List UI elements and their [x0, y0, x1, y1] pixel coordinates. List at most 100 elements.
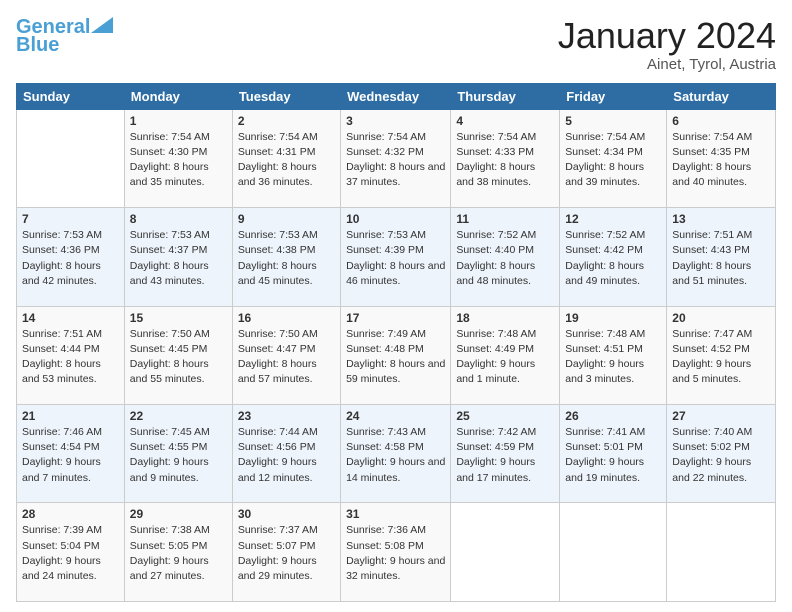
cell-w2-d0: 14 Sunrise: 7:51 AMSunset: 4:44 PMDaylig… [17, 306, 125, 404]
day-number: 14 [22, 311, 119, 325]
day-info: Sunrise: 7:49 AMSunset: 4:48 PMDaylight:… [346, 328, 445, 386]
cell-w1-d0: 7 Sunrise: 7:53 AMSunset: 4:36 PMDayligh… [17, 208, 125, 306]
day-info: Sunrise: 7:54 AMSunset: 4:34 PMDaylight:… [565, 131, 645, 189]
cell-w3-d5: 26 Sunrise: 7:41 AMSunset: 5:01 PMDaylig… [560, 405, 667, 503]
day-info: Sunrise: 7:53 AMSunset: 4:39 PMDaylight:… [346, 229, 445, 287]
day-info: Sunrise: 7:52 AMSunset: 4:40 PMDaylight:… [456, 229, 536, 287]
day-info: Sunrise: 7:53 AMSunset: 4:37 PMDaylight:… [130, 229, 210, 287]
day-info: Sunrise: 7:47 AMSunset: 4:52 PMDaylight:… [672, 328, 752, 386]
cell-w4-d2: 30 Sunrise: 7:37 AMSunset: 5:07 PMDaylig… [232, 503, 340, 602]
day-number: 6 [672, 114, 770, 128]
cell-w2-d5: 19 Sunrise: 7:48 AMSunset: 4:51 PMDaylig… [560, 306, 667, 404]
col-monday: Monday [124, 83, 232, 109]
logo-icon [91, 17, 113, 33]
day-number: 9 [238, 212, 335, 226]
day-number: 4 [456, 114, 554, 128]
day-info: Sunrise: 7:48 AMSunset: 4:51 PMDaylight:… [565, 328, 645, 386]
day-info: Sunrise: 7:36 AMSunset: 5:08 PMDaylight:… [346, 524, 445, 582]
day-number: 17 [346, 311, 445, 325]
day-number: 3 [346, 114, 445, 128]
logo-blue: Blue [16, 34, 59, 56]
cell-w3-d0: 21 Sunrise: 7:46 AMSunset: 4:54 PMDaylig… [17, 405, 125, 503]
cell-w0-d4: 4 Sunrise: 7:54 AMSunset: 4:33 PMDayligh… [451, 109, 560, 207]
day-number: 31 [346, 507, 445, 521]
cell-w3-d1: 22 Sunrise: 7:45 AMSunset: 4:55 PMDaylig… [124, 405, 232, 503]
day-info: Sunrise: 7:51 AMSunset: 4:44 PMDaylight:… [22, 328, 102, 386]
page: General Blue January 2024 Ainet, Tyrol, … [0, 0, 792, 612]
cell-w3-d2: 23 Sunrise: 7:44 AMSunset: 4:56 PMDaylig… [232, 405, 340, 503]
day-number: 22 [130, 409, 227, 423]
cell-w4-d6 [667, 503, 776, 602]
day-number: 18 [456, 311, 554, 325]
day-number: 30 [238, 507, 335, 521]
cell-w4-d3: 31 Sunrise: 7:36 AMSunset: 5:08 PMDaylig… [341, 503, 451, 602]
cell-w4-d1: 29 Sunrise: 7:38 AMSunset: 5:05 PMDaylig… [124, 503, 232, 602]
header-row: Sunday Monday Tuesday Wednesday Thursday… [17, 83, 776, 109]
day-number: 5 [565, 114, 661, 128]
day-number: 13 [672, 212, 770, 226]
day-number: 25 [456, 409, 554, 423]
cell-w1-d6: 13 Sunrise: 7:51 AMSunset: 4:43 PMDaylig… [667, 208, 776, 306]
cell-w0-d6: 6 Sunrise: 7:54 AMSunset: 4:35 PMDayligh… [667, 109, 776, 207]
title-block: January 2024 Ainet, Tyrol, Austria [558, 16, 776, 73]
logo: General Blue [16, 16, 113, 56]
day-info: Sunrise: 7:45 AMSunset: 4:55 PMDaylight:… [130, 426, 210, 484]
day-info: Sunrise: 7:53 AMSunset: 4:38 PMDaylight:… [238, 229, 318, 287]
cell-w1-d3: 10 Sunrise: 7:53 AMSunset: 4:39 PMDaylig… [341, 208, 451, 306]
cell-w0-d0 [17, 109, 125, 207]
day-number: 11 [456, 212, 554, 226]
day-info: Sunrise: 7:51 AMSunset: 4:43 PMDaylight:… [672, 229, 752, 287]
location: Ainet, Tyrol, Austria [558, 56, 776, 73]
cell-w4-d0: 28 Sunrise: 7:39 AMSunset: 5:04 PMDaylig… [17, 503, 125, 602]
day-number: 29 [130, 507, 227, 521]
cell-w1-d4: 11 Sunrise: 7:52 AMSunset: 4:40 PMDaylig… [451, 208, 560, 306]
cell-w2-d6: 20 Sunrise: 7:47 AMSunset: 4:52 PMDaylig… [667, 306, 776, 404]
day-number: 16 [238, 311, 335, 325]
cell-w3-d6: 27 Sunrise: 7:40 AMSunset: 5:02 PMDaylig… [667, 405, 776, 503]
cell-w0-d5: 5 Sunrise: 7:54 AMSunset: 4:34 PMDayligh… [560, 109, 667, 207]
day-info: Sunrise: 7:54 AMSunset: 4:35 PMDaylight:… [672, 131, 752, 189]
cell-w1-d5: 12 Sunrise: 7:52 AMSunset: 4:42 PMDaylig… [560, 208, 667, 306]
day-number: 21 [22, 409, 119, 423]
day-info: Sunrise: 7:40 AMSunset: 5:02 PMDaylight:… [672, 426, 752, 484]
cell-w3-d4: 25 Sunrise: 7:42 AMSunset: 4:59 PMDaylig… [451, 405, 560, 503]
cell-w0-d1: 1 Sunrise: 7:54 AMSunset: 4:30 PMDayligh… [124, 109, 232, 207]
day-number: 1 [130, 114, 227, 128]
day-info: Sunrise: 7:37 AMSunset: 5:07 PMDaylight:… [238, 524, 318, 582]
day-number: 23 [238, 409, 335, 423]
week-row-2: 14 Sunrise: 7:51 AMSunset: 4:44 PMDaylig… [17, 306, 776, 404]
header: General Blue January 2024 Ainet, Tyrol, … [16, 16, 776, 73]
day-number: 19 [565, 311, 661, 325]
day-info: Sunrise: 7:50 AMSunset: 4:47 PMDaylight:… [238, 328, 318, 386]
day-number: 12 [565, 212, 661, 226]
col-thursday: Thursday [451, 83, 560, 109]
day-info: Sunrise: 7:54 AMSunset: 4:30 PMDaylight:… [130, 131, 210, 189]
cell-w1-d2: 9 Sunrise: 7:53 AMSunset: 4:38 PMDayligh… [232, 208, 340, 306]
week-row-4: 28 Sunrise: 7:39 AMSunset: 5:04 PMDaylig… [17, 503, 776, 602]
col-tuesday: Tuesday [232, 83, 340, 109]
day-info: Sunrise: 7:48 AMSunset: 4:49 PMDaylight:… [456, 328, 536, 386]
day-info: Sunrise: 7:53 AMSunset: 4:36 PMDaylight:… [22, 229, 102, 287]
col-wednesday: Wednesday [341, 83, 451, 109]
day-number: 2 [238, 114, 335, 128]
day-info: Sunrise: 7:54 AMSunset: 4:31 PMDaylight:… [238, 131, 318, 189]
cell-w3-d3: 24 Sunrise: 7:43 AMSunset: 4:58 PMDaylig… [341, 405, 451, 503]
cell-w2-d4: 18 Sunrise: 7:48 AMSunset: 4:49 PMDaylig… [451, 306, 560, 404]
day-info: Sunrise: 7:44 AMSunset: 4:56 PMDaylight:… [238, 426, 318, 484]
cell-w2-d2: 16 Sunrise: 7:50 AMSunset: 4:47 PMDaylig… [232, 306, 340, 404]
cell-w0-d3: 3 Sunrise: 7:54 AMSunset: 4:32 PMDayligh… [341, 109, 451, 207]
col-sunday: Sunday [17, 83, 125, 109]
day-info: Sunrise: 7:41 AMSunset: 5:01 PMDaylight:… [565, 426, 645, 484]
day-number: 7 [22, 212, 119, 226]
cell-w4-d5 [560, 503, 667, 602]
day-number: 8 [130, 212, 227, 226]
day-info: Sunrise: 7:38 AMSunset: 5:05 PMDaylight:… [130, 524, 210, 582]
week-row-0: 1 Sunrise: 7:54 AMSunset: 4:30 PMDayligh… [17, 109, 776, 207]
col-friday: Friday [560, 83, 667, 109]
day-info: Sunrise: 7:39 AMSunset: 5:04 PMDaylight:… [22, 524, 102, 582]
week-row-3: 21 Sunrise: 7:46 AMSunset: 4:54 PMDaylig… [17, 405, 776, 503]
month-title: January 2024 [558, 16, 776, 56]
day-info: Sunrise: 7:46 AMSunset: 4:54 PMDaylight:… [22, 426, 102, 484]
cell-w2-d3: 17 Sunrise: 7:49 AMSunset: 4:48 PMDaylig… [341, 306, 451, 404]
day-info: Sunrise: 7:52 AMSunset: 4:42 PMDaylight:… [565, 229, 645, 287]
